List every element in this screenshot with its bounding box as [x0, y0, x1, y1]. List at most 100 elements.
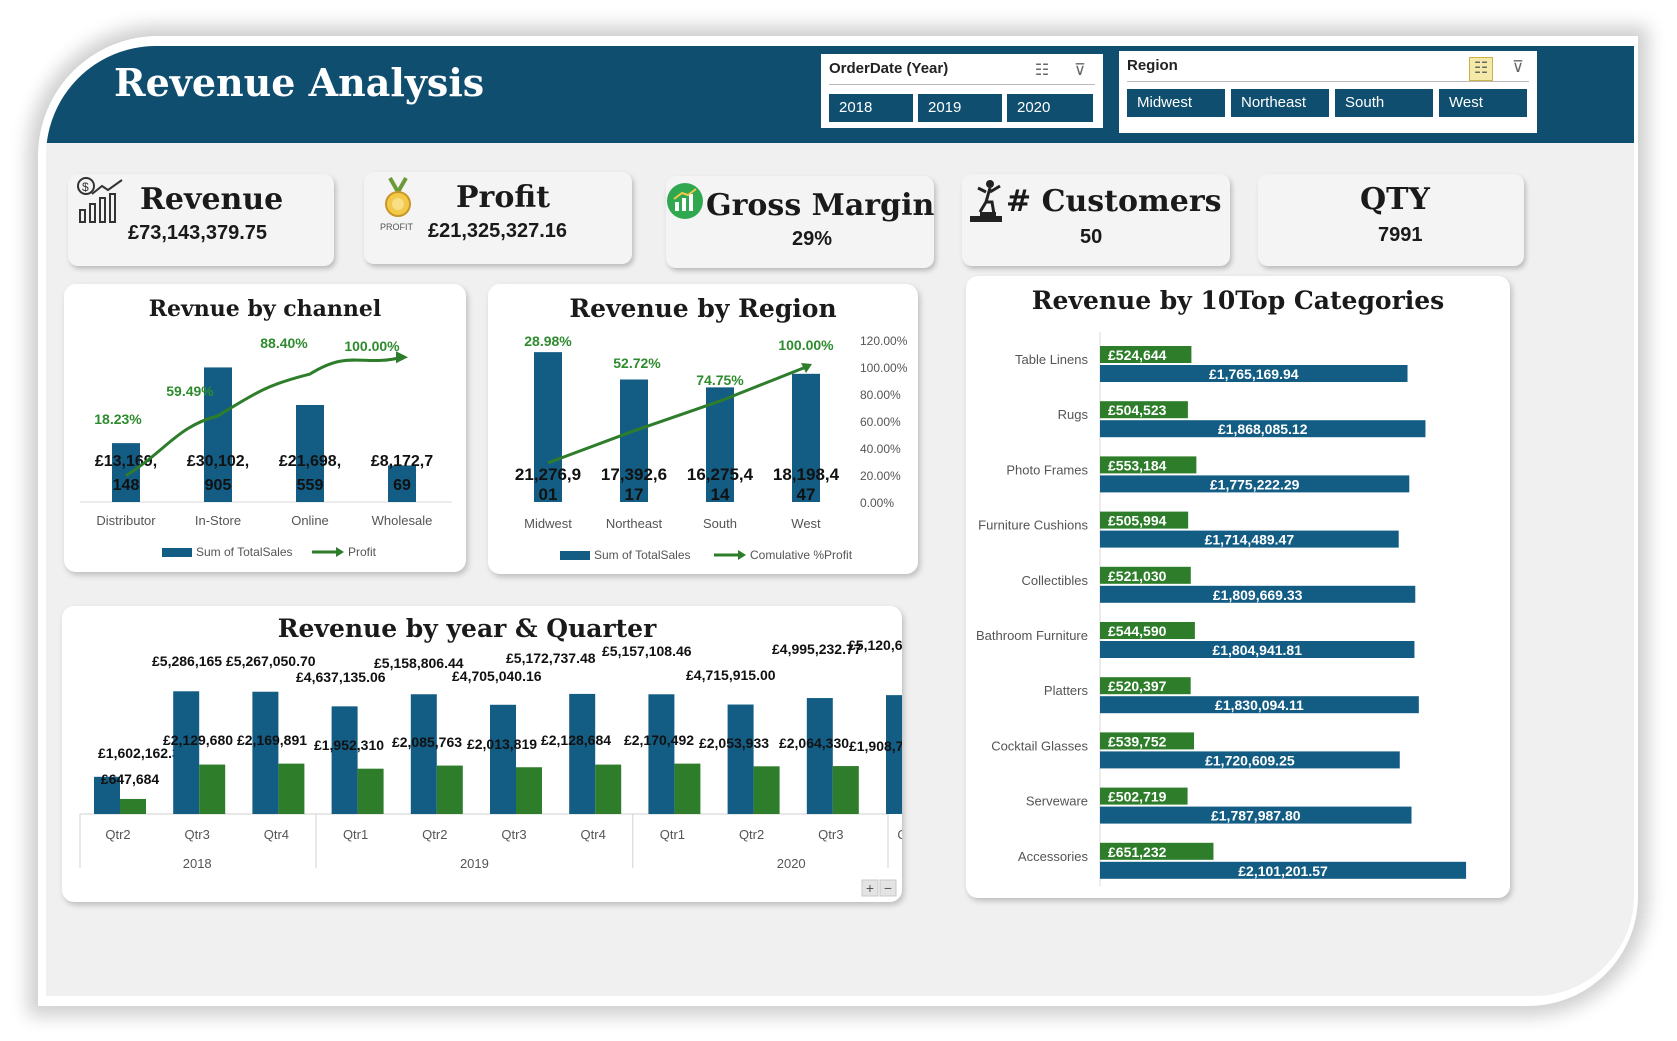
data-label: 17,392,6 17	[601, 465, 667, 504]
tick-label: Online	[291, 513, 329, 528]
kpi-qty-label: QTY	[1360, 182, 1430, 217]
legend-label: Sum of TotalSales	[594, 548, 691, 562]
data-label: £5,286,165	[152, 653, 222, 669]
line-data-label: 100.00%	[778, 337, 834, 353]
line-data-label: 100.00%	[344, 338, 400, 354]
y2-tick-label: 120.00%	[860, 334, 908, 348]
kpi-customers-card: # Customers 50	[962, 174, 1230, 266]
data-label: £1,908,741	[849, 738, 902, 754]
tick-label: Qtr3	[818, 827, 843, 842]
category-label: Accessories	[1018, 849, 1089, 864]
data-label: 16,275,4 14	[687, 465, 754, 504]
bar-profit	[595, 764, 622, 814]
region-chart-panel: Revenue by Region 21,276,9 01 Midwest 17,39…	[488, 284, 918, 574]
bar-revenue	[886, 695, 902, 814]
bar-profit	[674, 763, 701, 814]
tick-label: Midwest	[524, 516, 572, 531]
data-label: 18,198,4 47	[773, 465, 840, 504]
data-label: £2,129,680	[163, 732, 233, 748]
kpi-gross-margin-card: Gross Margin 29%	[666, 176, 934, 268]
channel-chart: £13,169, 148Distributor£30,102, 905In-Stor…	[80, 335, 452, 559]
legend-arrow-icon	[738, 550, 746, 560]
tick-label: Qtr4	[264, 827, 289, 842]
bar-profit	[832, 766, 859, 814]
data-label: £1,714,489.47	[1205, 532, 1295, 548]
clear-filter-icon[interactable]: ⊽	[1507, 57, 1529, 79]
slicer-item-south[interactable]: South	[1335, 89, 1433, 117]
bar-profit	[436, 765, 463, 814]
bar-revenue	[331, 706, 358, 814]
slicer-item-2018[interactable]: 2018	[829, 94, 913, 122]
kpi-gross-margin-label: Gross Margin	[706, 188, 935, 223]
region-chart: 21,276,9 01 Midwest 17,392,6 17 Northeast 16,2…	[515, 333, 908, 562]
data-label: £2,085,763	[392, 734, 462, 750]
bar-revenue	[410, 694, 437, 814]
bar-profit	[753, 766, 780, 814]
category-label: Serveware	[1026, 794, 1088, 809]
tick-label: Qtr3	[185, 827, 210, 842]
multi-select-icon[interactable]: ☷	[1031, 60, 1053, 82]
tick-label: Qtr2	[739, 827, 764, 842]
divider	[1127, 81, 1529, 82]
data-label: £1,765,169.94	[1209, 366, 1299, 382]
data-label: £2,101,201.57	[1238, 863, 1328, 879]
slicer-item-west[interactable]: West	[1439, 89, 1527, 117]
category-label: Table Linens	[1015, 352, 1088, 367]
slicer-item-2020[interactable]: 2020	[1007, 94, 1093, 122]
data-label: £504,523	[1108, 402, 1167, 418]
plus-icon: +	[866, 880, 874, 896]
bar-revenue	[648, 694, 675, 814]
line-data-label: 52.72%	[613, 355, 661, 371]
kpi-revenue-label: Revenue	[140, 182, 284, 217]
tick-label: South	[703, 516, 737, 531]
legend-swatch	[162, 548, 192, 557]
bar-profit	[357, 768, 384, 814]
bar-revenue	[569, 693, 596, 814]
kpi-revenue-card: $ Revenue £73,143,379.75	[68, 174, 334, 266]
line-data-label: 88.40%	[260, 335, 308, 351]
y2-tick-label: 0.00%	[860, 496, 894, 510]
y2-tick-label: 60.00%	[860, 415, 901, 429]
y2-tick-label: 100.00%	[860, 361, 908, 375]
line-data-label: 28.98%	[524, 333, 572, 349]
bar-revenue	[806, 698, 833, 814]
kpi-customers-label: # Customers	[1006, 184, 1222, 219]
tick-label: In-Store	[195, 513, 241, 528]
bar-revenue	[173, 691, 200, 814]
customer-icon	[970, 180, 1002, 222]
revenue-chart-icon: $	[77, 177, 123, 223]
data-label: £1,787,987.80	[1211, 808, 1301, 824]
category-label: Platters	[1044, 683, 1089, 698]
year-slicer-title: OrderDate (Year)	[829, 60, 949, 77]
data-label: £5,158,806.44	[374, 655, 464, 671]
kpi-customers-value: 50	[1080, 226, 1103, 248]
slicer-item-midwest[interactable]: Midwest	[1127, 89, 1225, 117]
data-label: £2,013,819	[467, 736, 537, 752]
quarter-chart-panel: Revenue by year & Quarter £1,602,162.36 £…	[62, 606, 902, 902]
data-label: £1,868,085.12	[1218, 421, 1308, 437]
category-label: Rugs	[1058, 407, 1089, 422]
clear-filter-icon[interactable]: ⊽	[1069, 60, 1091, 82]
region-slicer-title: Region	[1127, 57, 1178, 74]
category-label: Furniture Cushions	[978, 518, 1088, 533]
slicer-item-2019[interactable]: 2019	[918, 94, 1002, 122]
minus-icon: −	[884, 880, 892, 896]
kpi-qty-value: 7991	[1378, 224, 1423, 246]
kpi-revenue-value: £73,143,379.75	[128, 222, 268, 244]
data-label: £1,775,222.29	[1210, 476, 1300, 492]
slicer-item-northeast[interactable]: Northeast	[1231, 89, 1329, 117]
multi-select-icon[interactable]: ☷	[1469, 57, 1493, 81]
tick-label: Qtr1	[343, 827, 368, 842]
data-label: 21,276,9 01	[515, 465, 581, 504]
data-label: £544,590	[1108, 623, 1167, 639]
data-label: £2,128,684	[541, 732, 611, 748]
tick-label: Northeast	[606, 516, 663, 531]
data-label: £4,637,135.06	[296, 669, 386, 685]
line-data-label: 74.75%	[696, 372, 744, 388]
profit-icon-text: PROFIT	[380, 222, 413, 232]
bar-profit	[199, 764, 226, 814]
bar-revenue	[727, 704, 754, 814]
data-label: £5,172,737.48	[506, 650, 596, 666]
bar-profit	[516, 767, 542, 814]
categories-chart-panel: Revenue by 10Top Categories Table Linens…	[966, 276, 1510, 898]
